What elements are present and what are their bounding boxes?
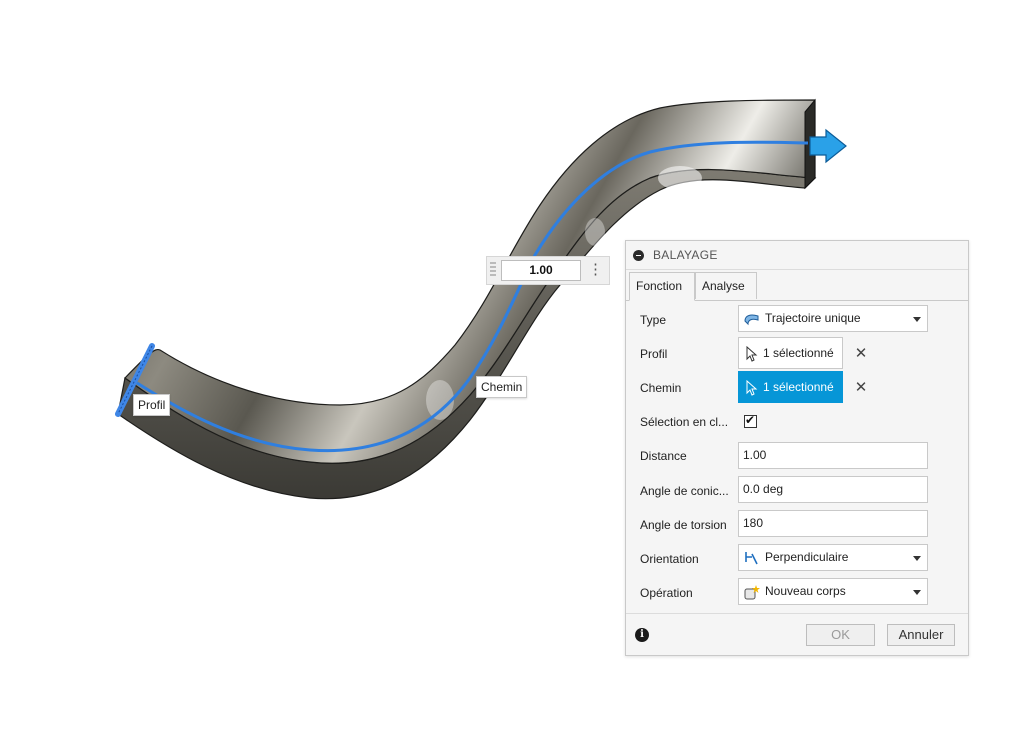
dialog-header: BALAYAGE bbox=[626, 241, 968, 270]
chemin-select-button[interactable]: 1 sélectionné bbox=[738, 371, 843, 403]
drag-handle-icon[interactable] bbox=[490, 262, 496, 278]
info-icon[interactable]: i bbox=[635, 628, 649, 642]
orientation-label: Orientation bbox=[640, 552, 699, 566]
distance-manipulator-input[interactable]: 1.00 bbox=[501, 260, 581, 281]
chemin-label: Chemin bbox=[640, 381, 682, 395]
orientation-dropdown[interactable]: Perpendiculaire bbox=[738, 544, 928, 571]
dialog-footer: i OK Annuler bbox=[626, 613, 968, 656]
cancel-button[interactable]: Annuler bbox=[887, 624, 955, 646]
new-body-icon bbox=[744, 585, 760, 600]
chevron-down-icon bbox=[913, 556, 921, 561]
profil-select-text: 1 sélectionné bbox=[763, 346, 834, 360]
chemin-clear-icon[interactable]: ✕ bbox=[854, 380, 868, 395]
chevron-down-icon bbox=[913, 590, 921, 595]
dialog-title: BALAYAGE bbox=[653, 248, 718, 262]
profil-label: Profil bbox=[640, 347, 668, 361]
twist-angle-input[interactable]: 180 bbox=[738, 510, 928, 537]
checkmark-icon: ✔ bbox=[745, 413, 756, 427]
sweep-dialog: BALAYAGE Fonction Analyse Type Trajectoi… bbox=[625, 240, 969, 656]
cursor-select-icon bbox=[746, 380, 758, 396]
type-value: Trajectoire unique bbox=[765, 311, 861, 325]
chain-selection-label: Sélection en cl... bbox=[640, 415, 729, 429]
type-dropdown[interactable]: Trajectoire unique bbox=[738, 305, 928, 332]
profil-select-button[interactable]: 1 sélectionné bbox=[738, 337, 843, 369]
specular-highlight bbox=[658, 166, 702, 190]
operation-dropdown[interactable]: Nouveau corps bbox=[738, 578, 928, 605]
dialog-tabs: Fonction Analyse bbox=[626, 269, 968, 301]
twist-angle-label: Angle de torsion bbox=[640, 518, 727, 532]
operation-value: Nouveau corps bbox=[765, 584, 846, 598]
path-label-tag: Chemin bbox=[476, 376, 528, 398]
orientation-value: Perpendiculaire bbox=[765, 550, 849, 564]
taper-angle-label: Angle de conic... bbox=[640, 484, 729, 498]
profil-clear-icon[interactable]: ✕ bbox=[854, 346, 868, 361]
chain-selection-checkbox[interactable]: ✔ bbox=[744, 413, 757, 428]
distance-label: Distance bbox=[640, 449, 687, 463]
operation-label: Opération bbox=[640, 586, 693, 600]
specular-highlight bbox=[585, 218, 605, 246]
more-options-icon[interactable]: ⋮ bbox=[588, 260, 603, 279]
collapse-icon[interactable] bbox=[633, 250, 644, 261]
perpendicular-icon bbox=[745, 552, 758, 565]
type-label: Type bbox=[640, 313, 667, 327]
tab-analyse[interactable]: Analyse bbox=[695, 272, 757, 299]
single-path-sweep-icon bbox=[744, 314, 759, 326]
taper-angle-input[interactable]: 0.0 deg bbox=[738, 476, 928, 503]
tab-fonction[interactable]: Fonction bbox=[629, 272, 695, 301]
ok-button[interactable]: OK bbox=[806, 624, 875, 646]
distance-manipulator[interactable]: 1.00 ⋮ bbox=[486, 256, 610, 285]
chemin-select-text: 1 sélectionné bbox=[763, 380, 834, 394]
cursor-select-icon bbox=[746, 346, 758, 362]
profile-label-tag: Profil bbox=[133, 394, 171, 416]
distance-input[interactable]: 1.00 bbox=[738, 442, 928, 469]
chevron-down-icon bbox=[913, 317, 921, 322]
